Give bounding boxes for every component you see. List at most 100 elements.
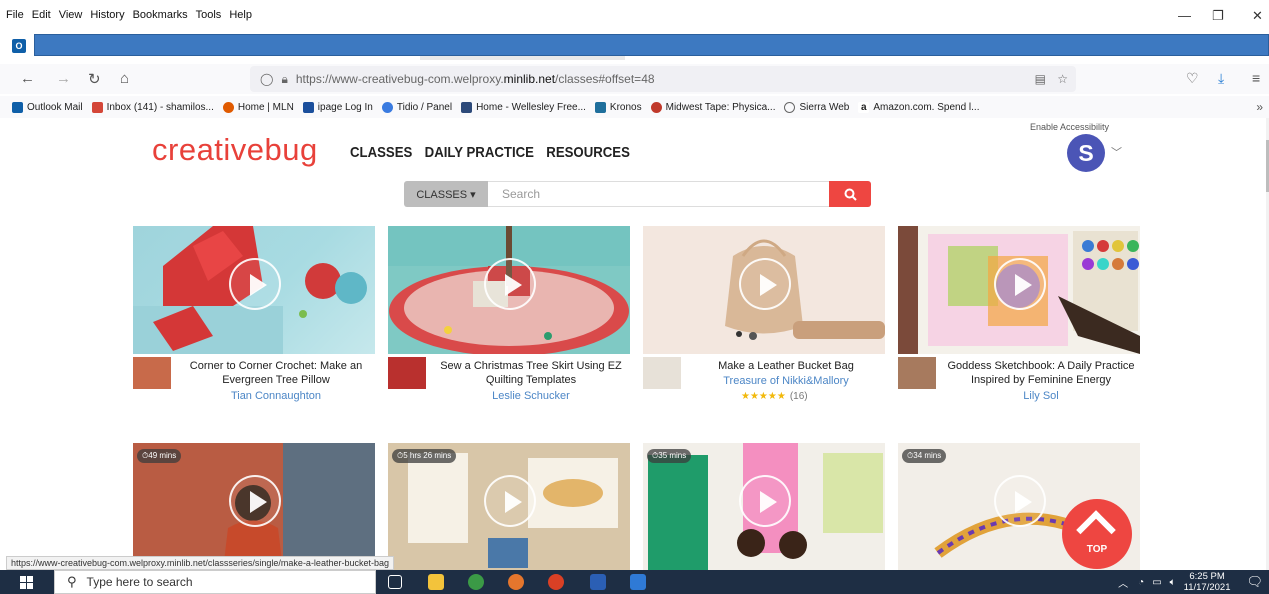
menu-tools[interactable]: Tools (196, 9, 222, 21)
play-icon[interactable] (484, 258, 536, 310)
avatar[interactable]: S (1067, 134, 1105, 172)
bookmark-tidio[interactable]: Tidio / Panel (381, 101, 452, 113)
minimize-button[interactable]: — (1178, 8, 1191, 23)
search-button[interactable] (829, 181, 871, 207)
bookmark-home-mln[interactable]: Home | MLN (222, 101, 294, 113)
firefox-icon[interactable] (508, 574, 524, 590)
bookmark-outlook-mail[interactable]: Outlook Mail (12, 101, 83, 113)
menu-bookmarks[interactable]: Bookmarks (133, 9, 188, 21)
menu-view[interactable]: View (59, 9, 83, 21)
status-link-preview: https://www-creativebug-com.welproxy.min… (6, 556, 394, 570)
page-content: creativebug CLASSES DAILY PRACTICE RESOU… (0, 118, 1269, 570)
instructor-avatar[interactable] (133, 357, 171, 389)
card-title[interactable]: Goddess Sketchbook: A Daily Practice Ins… (943, 359, 1139, 387)
card-image[interactable] (388, 226, 630, 354)
card-title[interactable]: Corner to Corner Crochet: Make an Evergr… (178, 359, 374, 387)
play-icon[interactable] (229, 475, 281, 527)
word-icon[interactable] (590, 574, 606, 590)
play-icon[interactable] (994, 475, 1046, 527)
bookmark-inbox[interactable]: Inbox (141) - shamilos... (91, 101, 214, 113)
taskbar-search-input[interactable]: ⚲ Type here to search (54, 570, 376, 594)
play-icon[interactable] (994, 258, 1046, 310)
app-icon-blue[interactable] (630, 574, 646, 590)
card-image[interactable] (898, 226, 1140, 354)
instructor-avatar[interactable] (898, 357, 936, 389)
network-icon[interactable]: ◔ (1138, 577, 1144, 588)
back-icon[interactable]: ← (20, 70, 35, 87)
play-icon[interactable] (229, 258, 281, 310)
close-button[interactable]: ✕ (1252, 8, 1263, 24)
clock-time: 6:25 PM (1189, 571, 1225, 582)
bookmark-amazon[interactable]: a Amazon.com. Spend l... (858, 101, 980, 113)
bookmarks-bar: Outlook Mail Inbox (141) - shamilos... H… (0, 96, 1269, 118)
url-prefix: https://www-creativebug-com.welproxy. (295, 72, 504, 86)
bookmark-ipage[interactable]: ipage Log In (302, 101, 373, 113)
play-icon[interactable] (739, 475, 791, 527)
reader-view-icon[interactable]: ▤ (1035, 72, 1046, 86)
star-icon: ★★★★★ (741, 391, 786, 402)
creativebug-logo[interactable]: creativebug (152, 132, 318, 168)
card-image[interactable]: ⏱5 hrs 26 mins (388, 443, 630, 570)
duration-badge: ⏱34 mins (902, 449, 947, 463)
outlook-icon[interactable]: O (12, 39, 26, 53)
menu-history[interactable]: History (90, 9, 124, 21)
play-icon[interactable] (484, 475, 536, 527)
midwest-tape-icon (650, 101, 662, 113)
chrome-icon[interactable] (468, 574, 484, 590)
card-image[interactable]: ⏱35 mins (643, 443, 885, 570)
bookmark-kronos[interactable]: Kronos (594, 101, 642, 113)
nav-daily-practice[interactable]: DAILY PRACTICE (425, 144, 534, 161)
search-category-select[interactable]: CLASSES ▾ (404, 181, 488, 207)
chevron-down-icon[interactable]: ﹀ (1111, 144, 1122, 160)
pocket-icon[interactable]: ♡ (1186, 70, 1199, 87)
download-icon[interactable]: ⤓ (1218, 70, 1224, 87)
card-title[interactable]: Make a Leather Bucket Bag (688, 359, 884, 373)
reload-icon[interactable]: ↻ (88, 70, 101, 88)
bookmark-wellesley[interactable]: Home - Wellesley Free... (461, 101, 586, 113)
card-image[interactable] (133, 226, 375, 354)
file-explorer-icon[interactable] (428, 574, 444, 590)
url-bar[interactable]: ◯ 🔒︎ https://www-creativebug-com.welprox… (250, 66, 1076, 92)
taskbar-clock[interactable]: 6:25 PM 11/17/2021 (1184, 571, 1231, 593)
home-icon[interactable]: ⌂ (120, 70, 129, 87)
instructor-avatar[interactable] (388, 357, 426, 389)
menu-file[interactable]: File (6, 9, 24, 21)
restore-button[interactable]: ❐ (1212, 8, 1224, 24)
menu-edit[interactable]: Edit (32, 9, 51, 21)
url-suffix: /classes#offset=48 (555, 72, 655, 86)
outlook-bar[interactable] (34, 34, 1269, 56)
chevron-up-icon[interactable]: ︿ (1118, 575, 1128, 590)
card-image[interactable] (643, 226, 885, 354)
task-view-icon[interactable] (388, 575, 402, 589)
menu-icon[interactable]: ≡ (1252, 70, 1260, 86)
notification-icon[interactable]: 🗨︎ (1246, 574, 1263, 590)
card-author[interactable]: Treasure of Nikki&Mallory (688, 375, 884, 387)
bookmarks-overflow-icon[interactable]: » (1256, 100, 1263, 114)
card-author[interactable]: Leslie Schucker (433, 390, 629, 402)
lock-icon[interactable]: 🔒︎ (281, 72, 287, 87)
volume-icon[interactable]: 🔈︎ (1170, 577, 1176, 588)
nav-resources[interactable]: RESOURCES (546, 144, 630, 161)
bookmark-sierra-web[interactable]: Sierra Web (784, 101, 849, 113)
search-input[interactable]: Search (488, 181, 829, 207)
menu-help[interactable]: Help (229, 9, 252, 21)
shield-icon[interactable]: ◯ (260, 72, 273, 86)
card-image[interactable]: ⏱49 mins (133, 443, 375, 570)
card-title[interactable]: Sew a Christmas Tree Skirt Using EZ Quil… (433, 359, 629, 387)
card-author[interactable]: Tian Connaughton (178, 390, 374, 402)
nav-classes[interactable]: CLASSES (350, 144, 412, 161)
bookmark-star-icon[interactable]: ☆ (1057, 72, 1068, 86)
battery-icon[interactable]: ▭ (1152, 577, 1161, 588)
bookmark-midwest-tape[interactable]: Midwest Tape: Physica... (650, 101, 775, 113)
forward-icon[interactable]: → (56, 70, 71, 87)
instructor-avatar[interactable] (643, 357, 681, 389)
enable-accessibility-link[interactable]: Enable Accessibility (1030, 122, 1109, 132)
search-icon (844, 188, 857, 201)
card-author[interactable]: Lily Sol (943, 390, 1139, 402)
back-to-top-button[interactable]: TOP (1062, 499, 1132, 569)
system-tray: ︿ ◔ ▭ 🔈︎ 6:25 PM 11/17/2021 🗨︎ (1118, 570, 1263, 594)
play-icon[interactable] (739, 258, 791, 310)
app-icon[interactable] (548, 574, 564, 590)
amazon-icon: a (858, 101, 870, 113)
windows-start-icon[interactable] (20, 576, 34, 589)
